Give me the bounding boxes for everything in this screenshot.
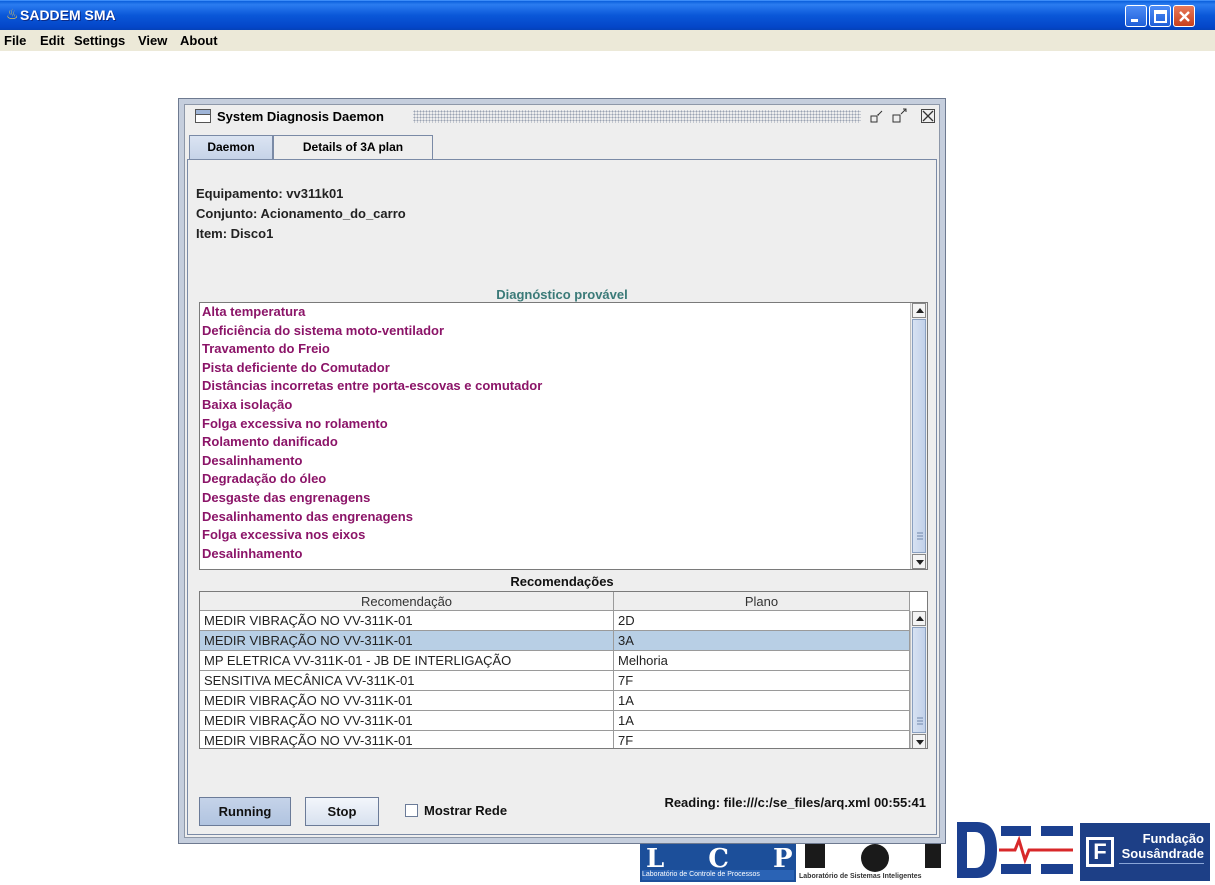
column-header-plano[interactable]: Plano (614, 592, 910, 611)
daemon-panel: Equipamento: vv311k01 Conjunto: Acioname… (187, 159, 937, 835)
diagnostico-item[interactable]: Desalinhamento (202, 452, 302, 470)
lsi-logo: Laboratório de Sistemas Inteligentes (797, 838, 953, 882)
maximize-button[interactable] (1149, 5, 1171, 27)
table-scroll-down-arrow[interactable] (912, 734, 926, 748)
plano-cell: 3A (614, 631, 910, 651)
diagnostico-item[interactable]: Desgaste das engrenagens (202, 489, 370, 507)
diagnostico-item[interactable]: Desalinhamento das engrenagens (202, 508, 413, 526)
recomendacao-cell: SENSITIVA MECÂNICA VV-311K-01 (200, 671, 614, 691)
diagnostico-item[interactable]: Pista deficiente do Comutador (202, 359, 390, 377)
conjunto-label: Conjunto: Acionamento_do_carro (196, 206, 406, 221)
fs-line1: Fundação (1142, 831, 1204, 846)
item-label: Item: Disco1 (196, 226, 274, 241)
scroll-up-arrow[interactable] (912, 303, 926, 318)
system-diagnosis-window[interactable]: System Diagnosis Daemon Daemon Details o… (178, 98, 946, 844)
recomendacao-cell: MEDIR VIBRAÇÃO NO VV-311K-01 (200, 731, 614, 748)
mostrar-rede-label: Mostrar Rede (424, 803, 508, 818)
column-header-recomendacao[interactable]: Recomendação (200, 592, 614, 611)
stop-button[interactable]: Stop (305, 797, 379, 826)
title-grip (413, 110, 861, 123)
tab-details-3a-plan[interactable]: Details of 3A plan (273, 135, 433, 159)
table-row[interactable]: MEDIR VIBRAÇÃO NO VV-311K-01 7F (200, 731, 910, 748)
table-row[interactable]: MEDIR VIBRAÇÃO NO VV-311K-01 1A (200, 711, 910, 731)
app-title: SADDEM SMA (20, 7, 116, 23)
diagnostico-item[interactable]: Rolamento danificado (202, 433, 338, 451)
diagnostico-title: Diagnóstico provável (496, 287, 628, 302)
table-row[interactable]: MEDIR VIBRAÇÃO NO VV-311K-01 3A (200, 631, 910, 651)
diagnostico-list[interactable]: Alta temperatura Deficiência do sistema m… (199, 302, 928, 570)
fs-line2: Sousândrade (1121, 846, 1204, 861)
table-scroll-up-arrow[interactable] (912, 611, 926, 626)
app-title-bar[interactable]: ♨ SADDEM SMA (0, 0, 1215, 30)
table-header: Recomendação Plano (200, 592, 910, 611)
recomendacoes-table[interactable]: Recomendação Plano MEDIR VIBRAÇÃO NO VV-… (199, 591, 928, 749)
window-body: System Diagnosis Daemon Daemon Details o… (184, 104, 940, 838)
table-scroll-thumb[interactable] (912, 627, 926, 733)
tab-daemon[interactable]: Daemon (189, 135, 273, 159)
table-row[interactable]: SENSITIVA MECÂNICA VV-311K-01 7F (200, 671, 910, 691)
plano-cell: 7F (614, 671, 910, 691)
recomendacao-cell: MEDIR VIBRAÇÃO NO VV-311K-01 (200, 691, 614, 711)
diagnostico-item[interactable]: Alta temperatura (202, 303, 305, 321)
table-row[interactable]: MEDIR VIBRAÇÃO NO VV-311K-01 2D (200, 611, 910, 631)
window-icon (195, 109, 211, 123)
diagnostico-item[interactable]: Distâncias incorretas entre porta-escova… (202, 377, 542, 395)
reading-status: Reading: file:///c:/se_files/arq.xml 00:… (664, 795, 926, 810)
dee-logo (955, 818, 1077, 882)
close-internal-icon[interactable] (921, 109, 935, 123)
menu-edit[interactable]: Edit (40, 33, 65, 48)
recomendacao-cell: MEDIR VIBRAÇÃO NO VV-311K-01 (200, 611, 614, 631)
menu-view[interactable]: View (138, 33, 167, 48)
table-scrollbar[interactable] (910, 611, 927, 748)
plano-cell: 1A (614, 691, 910, 711)
diagnostico-item[interactable]: Travamento do Freio (202, 340, 330, 358)
equipamento-label: Equipamento: vv311k01 (196, 186, 344, 201)
lsi-caption: Laboratório de Sistemas Inteligentes (799, 873, 922, 880)
recomendacao-cell: MEDIR VIBRAÇÃO NO VV-311K-01 (200, 631, 614, 651)
table-row[interactable]: MEDIR VIBRAÇÃO NO VV-311K-01 1A (200, 691, 910, 711)
recomendacao-cell: MEDIR VIBRAÇÃO NO VV-311K-01 (200, 711, 614, 731)
diagnostico-item[interactable]: Deficiência do sistema moto-ventilador (202, 322, 444, 340)
internal-title-bar[interactable]: System Diagnosis Daemon (185, 105, 939, 129)
table-row[interactable]: MP ELETRICA VV-311K-01 - JB DE INTERLIGA… (200, 651, 910, 671)
maximize-internal-icon[interactable] (891, 108, 909, 124)
diagnostico-item[interactable]: Baixa isolação (202, 396, 292, 414)
menu-about[interactable]: About (180, 33, 218, 48)
mostrar-rede-checkbox[interactable] (405, 804, 418, 817)
recomendacoes-title: Recomendações (510, 574, 614, 589)
menu-settings[interactable]: Settings (74, 33, 125, 48)
diagnostico-scrollbar[interactable] (910, 303, 927, 569)
plano-cell: 7F (614, 731, 910, 748)
minimize-button[interactable] (1125, 5, 1147, 27)
scroll-down-arrow[interactable] (912, 554, 926, 569)
diagnostico-item[interactable]: Desalinhamento (202, 545, 302, 563)
menu-bar: File Edit Settings View About (0, 30, 1215, 52)
menu-file[interactable]: File (4, 33, 26, 48)
running-button[interactable]: Running (199, 797, 291, 826)
diagnostico-item[interactable]: Folga excessiva nos eixos (202, 526, 365, 544)
plano-cell: 1A (614, 711, 910, 731)
plano-cell: 2D (614, 611, 910, 631)
lcp-caption: Laboratório de Controle de Processos (642, 870, 794, 880)
scroll-thumb[interactable] (912, 319, 926, 553)
recomendacao-cell: MP ELETRICA VV-311K-01 - JB DE INTERLIGA… (200, 651, 614, 671)
iconify-icon[interactable] (869, 108, 887, 124)
close-button[interactable] (1173, 5, 1195, 27)
diagnostico-item[interactable]: Folga excessiva no rolamento (202, 415, 388, 433)
diagnostico-item[interactable]: Degradação do óleo (202, 470, 326, 488)
lcp-logo: LCP Laboratório de Controle de Processos (640, 838, 796, 882)
internal-window-title: System Diagnosis Daemon (217, 109, 384, 124)
fundacao-sousandrade-logo: F Fundação Sousândrade (1080, 823, 1210, 881)
plano-cell: Melhoria (614, 651, 910, 671)
